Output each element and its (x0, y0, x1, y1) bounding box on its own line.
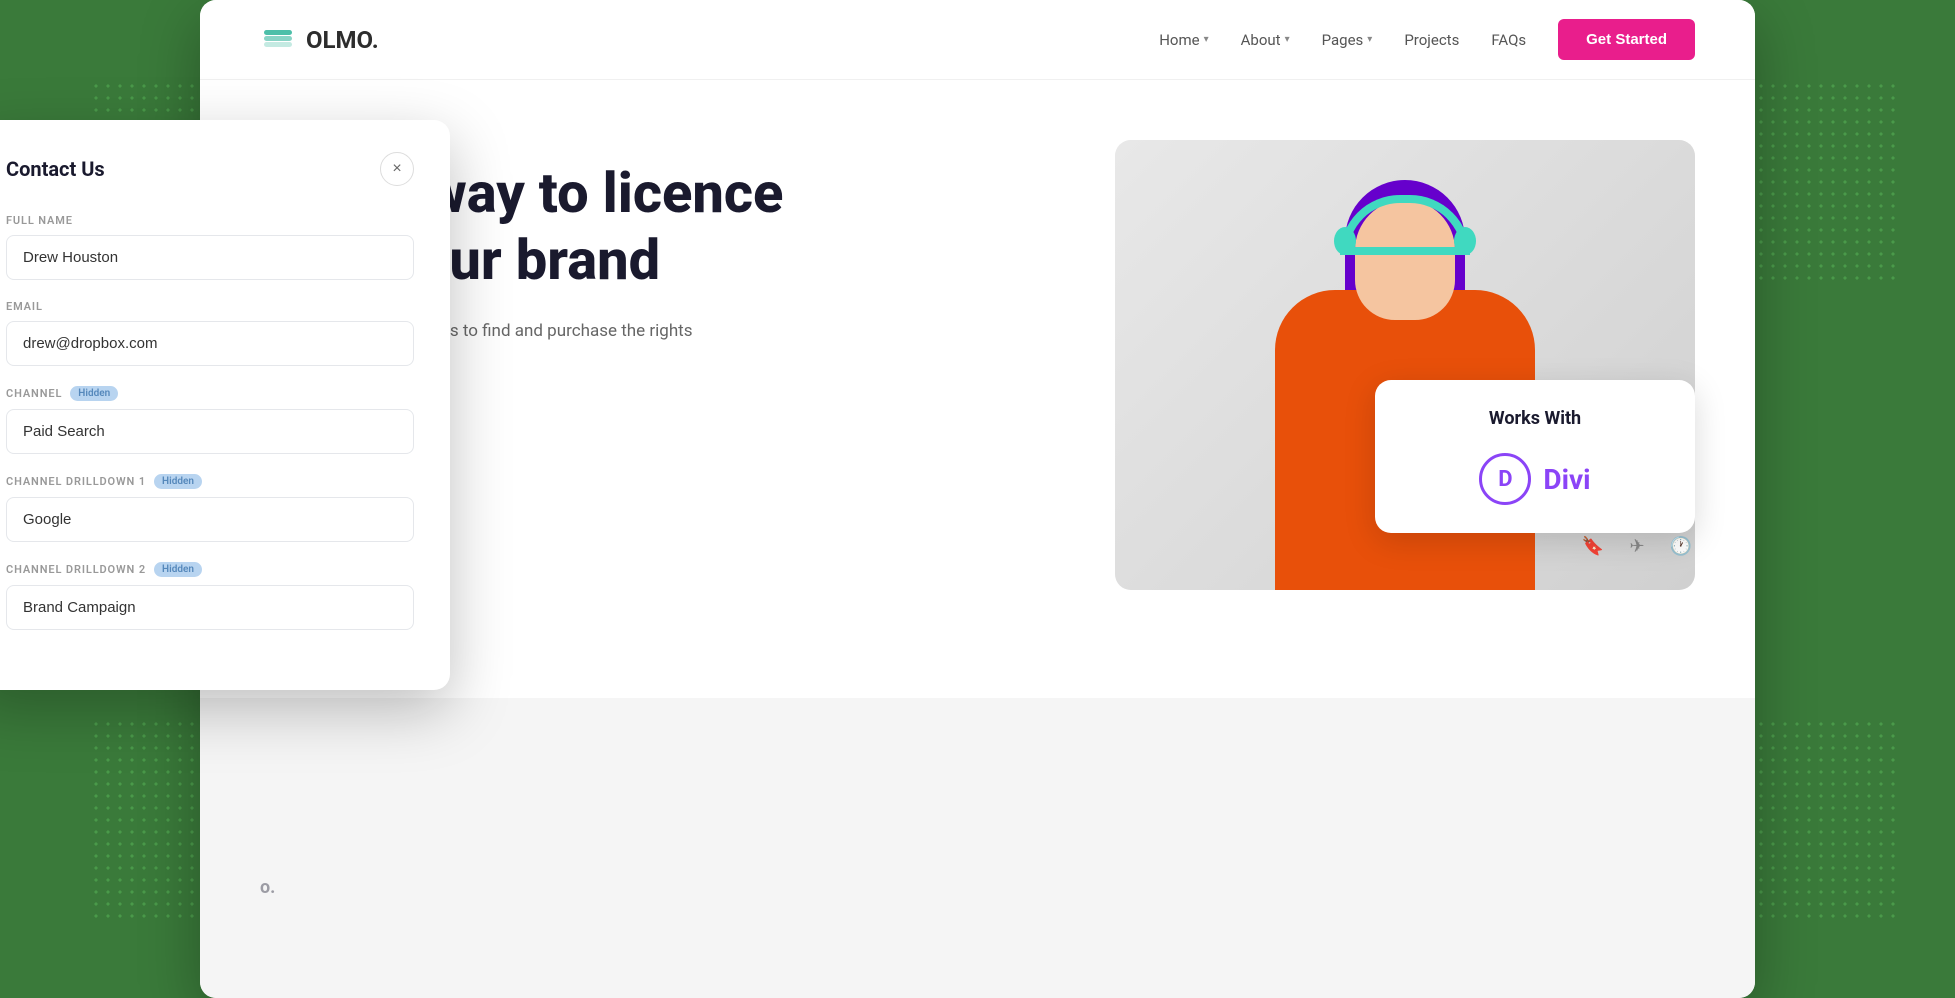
input-full-name[interactable] (6, 235, 414, 280)
label-channel: CHANNEL Hidden (6, 386, 414, 401)
contact-modal: Contact Us × FULL NAME EMAIL CHANNEL Hid… (0, 120, 450, 690)
label-full-name: FULL NAME (6, 214, 414, 227)
input-drilldown2[interactable] (6, 585, 414, 630)
divi-brand-name: Divi (1543, 463, 1590, 496)
form-group-name: FULL NAME (6, 214, 414, 280)
nav-links: Home ▾ About ▾ Pages ▾ Projects FAQs Get… (1159, 19, 1695, 60)
modal-title: Contact Us (6, 157, 105, 181)
modal-close-button[interactable]: × (380, 152, 414, 186)
label-drilldown2: CHANNEL DRILLDOWN 2 Hidden (6, 562, 414, 577)
send-icon[interactable]: ✈ (1623, 532, 1651, 560)
nav-pages[interactable]: Pages ▾ (1322, 31, 1373, 49)
headphone-right-pad (1454, 227, 1476, 255)
modal-overlay: Contact Us × FULL NAME EMAIL CHANNEL Hid… (0, 120, 450, 690)
form-group-email: EMAIL (6, 300, 414, 366)
clock-icon[interactable]: 🕐 (1667, 532, 1695, 560)
input-email[interactable] (6, 321, 414, 366)
hero-toolbar: 🔖 ✈ 🕐 (1579, 532, 1695, 560)
label-drilldown1: CHANNEL DRILLDOWN 1 Hidden (6, 474, 414, 489)
works-with-card: Works With D Divi (1375, 380, 1695, 533)
drilldown1-hidden-badge: Hidden (154, 474, 202, 489)
get-started-button[interactable]: Get Started (1558, 19, 1695, 60)
pages-chevron-icon: ▾ (1367, 34, 1372, 45)
input-channel[interactable] (6, 409, 414, 454)
home-chevron-icon: ▾ (1204, 34, 1209, 45)
works-with-title: Works With (1407, 408, 1663, 429)
about-chevron-icon: ▾ (1285, 34, 1290, 45)
form-group-drilldown2: CHANNEL DRILLDOWN 2 Hidden (6, 562, 414, 630)
logo-watermark: o. (260, 877, 275, 898)
modal-header: Contact Us × (6, 152, 414, 186)
logo-text: OLMO. (306, 26, 379, 54)
nav-home[interactable]: Home ▾ (1159, 31, 1208, 49)
input-drilldown1[interactable] (6, 497, 414, 542)
nav-about[interactable]: About ▾ (1241, 31, 1290, 49)
gray-bg: o. (200, 698, 1755, 998)
nav-projects[interactable]: Projects (1404, 31, 1459, 49)
form-group-drilldown1: CHANNEL DRILLDOWN 1 Hidden (6, 474, 414, 542)
form-group-channel: CHANNEL Hidden (6, 386, 414, 454)
divi-brand: D Divi (1407, 453, 1663, 505)
label-email: EMAIL (6, 300, 414, 313)
nav-faqs[interactable]: FAQs (1491, 31, 1526, 49)
bookmark-icon[interactable]: 🔖 (1579, 532, 1607, 560)
divi-logo-circle: D (1479, 453, 1531, 505)
channel-hidden-badge: Hidden (70, 386, 118, 401)
headphone-left-pad (1334, 227, 1356, 255)
navbar: OLMO. Home ▾ About ▾ Pages ▾ Projects FA… (200, 0, 1755, 80)
drilldown2-hidden-badge: Hidden (154, 562, 202, 577)
logo[interactable]: OLMO. (260, 22, 379, 58)
